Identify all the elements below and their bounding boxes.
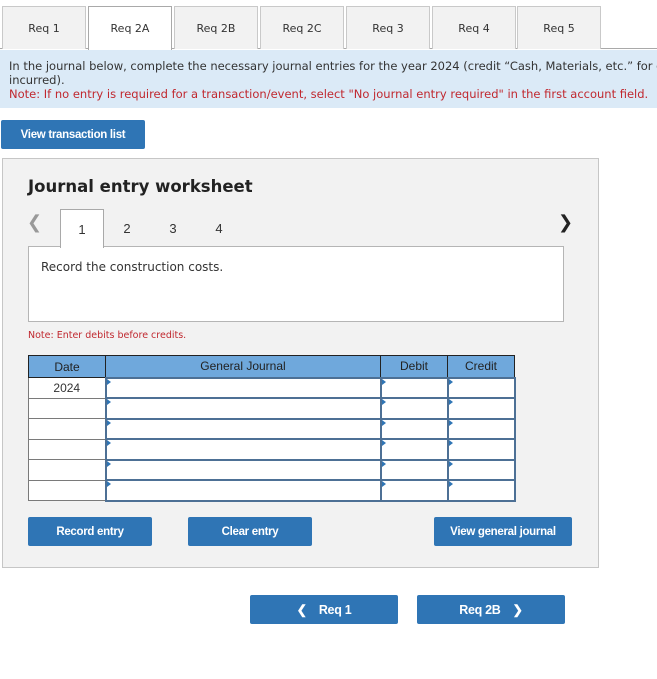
account-input[interactable]: [106, 419, 380, 438]
debit-field[interactable]: [379, 397, 449, 420]
account-field[interactable]: [104, 479, 382, 502]
worksheet-page-4[interactable]: 4: [197, 209, 241, 247]
view-transaction-list-button[interactable]: View transaction list: [1, 120, 145, 149]
chevron-left-icon: ❮: [296, 603, 307, 617]
table-row: 2024: [28, 376, 516, 399]
journal-table-header: Date General Journal Debit Credit: [28, 355, 515, 378]
date-cell[interactable]: [28, 459, 106, 481]
table-row: [28, 479, 516, 502]
account-input[interactable]: [106, 460, 380, 479]
credit-field[interactable]: [446, 479, 516, 502]
instructions-line-2: incurred).: [9, 73, 65, 87]
table-row: [28, 438, 516, 461]
date-cell[interactable]: [28, 397, 106, 419]
worksheet-title: Journal entry worksheet: [28, 177, 253, 196]
debit-field[interactable]: [379, 458, 449, 481]
credit-field[interactable]: [446, 376, 516, 399]
instructions-banner: In the journal below, complete the neces…: [0, 50, 657, 108]
credit-input[interactable]: [448, 398, 514, 418]
tab-req-2c[interactable]: Req 2C: [260, 6, 344, 49]
credit-field[interactable]: [446, 438, 516, 461]
tab-req-5[interactable]: Req 5: [517, 6, 601, 49]
date-cell[interactable]: [28, 438, 106, 460]
credit-field[interactable]: [446, 458, 516, 481]
debit-field[interactable]: [379, 438, 449, 461]
clear-entry-button[interactable]: Clear entry: [188, 517, 312, 546]
prev-requirement-label: Req 1: [318, 602, 352, 617]
account-input[interactable]: [106, 398, 380, 418]
debit-field[interactable]: [379, 479, 449, 502]
debit-input[interactable]: [381, 419, 447, 438]
instructions-note: Note: If no entry is required for a tran…: [9, 87, 649, 101]
tab-req-2a[interactable]: Req 2A: [88, 6, 172, 50]
debit-input[interactable]: [381, 378, 447, 397]
debit-field[interactable]: [379, 376, 449, 399]
credit-input[interactable]: [448, 419, 514, 438]
account-field[interactable]: [104, 397, 382, 420]
credit-field[interactable]: [446, 417, 516, 440]
next-requirement-button[interactable]: Req 2B ❯: [417, 595, 565, 624]
debit-input[interactable]: [381, 480, 447, 500]
header-general-journal: General Journal: [105, 355, 381, 378]
credit-input[interactable]: [448, 378, 514, 397]
instructions-line-1: In the journal below, complete the neces…: [9, 59, 657, 73]
table-row: [28, 417, 516, 440]
chevron-right-icon: ❯: [512, 603, 523, 617]
tab-req-1[interactable]: Req 1: [2, 6, 86, 49]
header-credit: Credit: [447, 355, 515, 378]
account-field[interactable]: [104, 376, 382, 399]
credit-input[interactable]: [448, 439, 514, 459]
tab-req-3[interactable]: Req 3: [346, 6, 430, 49]
record-entry-button[interactable]: Record entry: [28, 517, 152, 546]
date-cell[interactable]: [28, 418, 106, 440]
account-field[interactable]: [104, 458, 382, 481]
view-general-journal-button[interactable]: View general journal: [434, 517, 572, 546]
worksheet-page-2[interactable]: 2: [105, 209, 149, 247]
debits-before-credits-note: Note: Enter debits before credits.: [28, 330, 187, 341]
chevron-left-icon[interactable]: ❮: [27, 212, 42, 233]
header-debit: Debit: [380, 355, 448, 378]
account-field[interactable]: [104, 438, 382, 461]
account-field[interactable]: [104, 417, 382, 440]
requirement-tabs: Req 1 Req 2A Req 2B Req 2C Req 3 Req 4 R…: [0, 0, 657, 50]
prev-requirement-button[interactable]: ❮ Req 1: [250, 595, 398, 624]
credit-field[interactable]: [446, 397, 516, 420]
journal-entry-worksheet: Journal entry worksheet ❮ 1 2 3 4 ❯ Reco…: [2, 158, 599, 568]
debit-input[interactable]: [381, 439, 447, 459]
date-cell[interactable]: [28, 479, 106, 501]
credit-input[interactable]: [448, 480, 514, 500]
transaction-description-box: Record the construction costs.: [28, 246, 564, 322]
journal-table: Date General Journal Debit Credit 2024: [28, 355, 516, 502]
debit-field[interactable]: [379, 417, 449, 440]
date-cell[interactable]: 2024: [28, 377, 106, 399]
next-requirement-label: Req 2B: [459, 602, 501, 617]
debit-input[interactable]: [381, 398, 447, 418]
tab-req-4[interactable]: Req 4: [432, 6, 516, 49]
debit-input[interactable]: [381, 460, 447, 479]
worksheet-page-3[interactable]: 3: [151, 209, 195, 247]
account-input[interactable]: [106, 378, 380, 397]
header-date: Date: [28, 355, 106, 378]
table-row: [28, 397, 516, 420]
tab-req-2b[interactable]: Req 2B: [174, 6, 258, 49]
table-row: [28, 458, 516, 481]
worksheet-page-1[interactable]: 1: [60, 209, 104, 248]
transaction-description: Record the construction costs.: [41, 260, 224, 274]
chevron-right-icon[interactable]: ❯: [558, 212, 573, 233]
account-input[interactable]: [106, 480, 380, 500]
account-input[interactable]: [106, 439, 380, 459]
credit-input[interactable]: [448, 460, 514, 479]
